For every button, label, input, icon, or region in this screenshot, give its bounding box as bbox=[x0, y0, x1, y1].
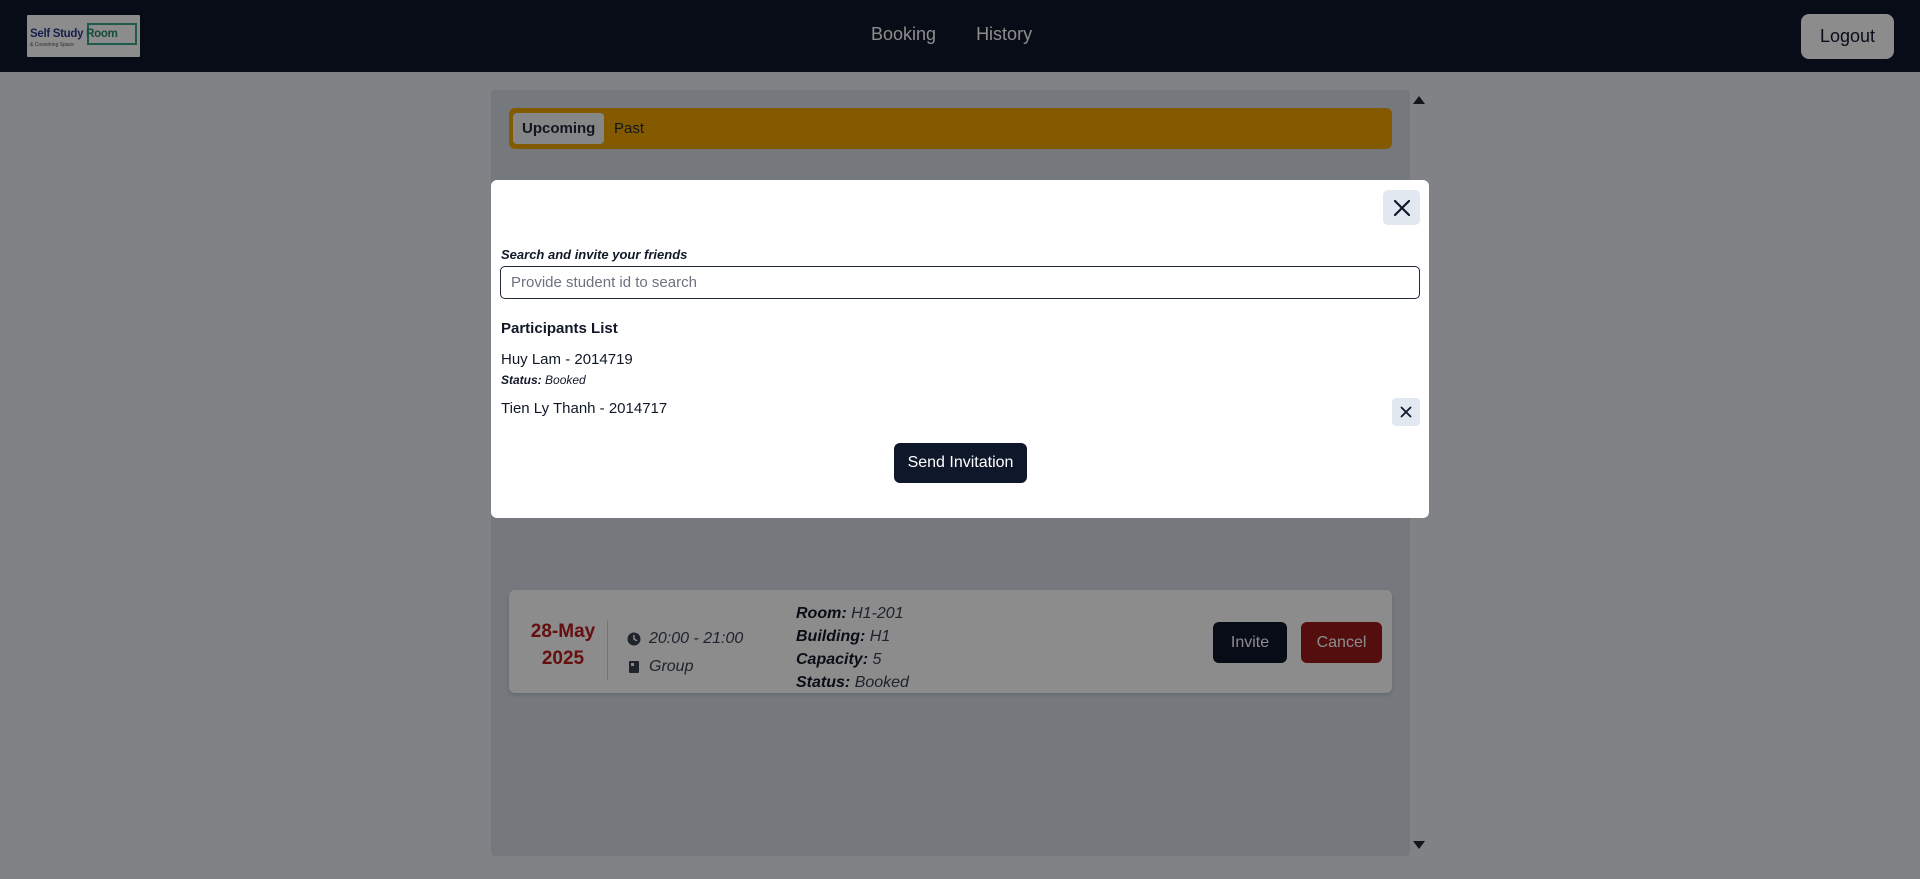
modal-close-button[interactable] bbox=[1383, 190, 1420, 225]
participants-title: Participants List bbox=[501, 320, 618, 337]
send-invitation-button[interactable]: Send Invitation bbox=[894, 443, 1027, 483]
close-icon bbox=[1400, 406, 1412, 418]
student-id-search-input[interactable] bbox=[500, 266, 1420, 299]
participant-name: Huy Lam - 2014719 bbox=[501, 351, 633, 368]
invite-modal: Search and invite your friends Participa… bbox=[491, 180, 1429, 518]
close-icon bbox=[1393, 199, 1410, 216]
remove-participant-button[interactable] bbox=[1392, 398, 1420, 426]
participant-name: Tien Ly Thanh - 2014717 bbox=[501, 400, 668, 417]
participant-status: Status: Booked bbox=[501, 373, 586, 387]
participant-status-value: Booked bbox=[545, 373, 586, 387]
participant-status-label: Status: bbox=[501, 373, 542, 387]
search-label: Search and invite your friends bbox=[501, 247, 688, 262]
